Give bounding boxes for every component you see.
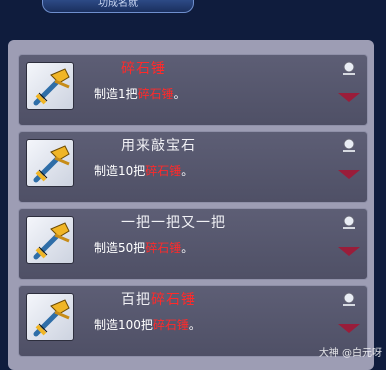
- achievement-title: 用来敲宝石: [121, 138, 196, 154]
- expand-arrow-icon[interactable]: [338, 170, 360, 179]
- hammer-icon: [26, 216, 74, 264]
- expand-arrow-icon[interactable]: [338, 93, 360, 102]
- pin-icon[interactable]: [341, 138, 357, 152]
- achievement-title: 碎石锤: [121, 61, 166, 77]
- achievement-panel: 碎石锤 制造1把碎石锤。 用来敲宝石 制造10把碎石锤。 一把一把又一把 制造5…: [8, 40, 374, 370]
- pin-icon[interactable]: [341, 61, 357, 75]
- pin-icon[interactable]: [341, 215, 357, 229]
- achievement-description: 制造100把碎石锤。: [94, 318, 201, 332]
- watermark: 大神 @白元呀: [318, 348, 382, 359]
- tab-title: 功成名就: [98, 0, 138, 9]
- hammer-icon: [26, 62, 74, 110]
- achievement-card[interactable]: 百把碎石锤 制造100把碎石锤。: [18, 285, 368, 357]
- achievement-card[interactable]: 用来敲宝石 制造10把碎石锤。: [18, 131, 368, 203]
- pin-icon[interactable]: [341, 292, 357, 306]
- achievement-description: 制造50把碎石锤。: [94, 241, 194, 255]
- achievement-title: 一把一把又一把: [121, 215, 226, 231]
- expand-arrow-icon[interactable]: [338, 324, 360, 333]
- hammer-icon: [26, 139, 74, 187]
- achievement-title: 百把碎石锤: [121, 292, 196, 308]
- achievement-description: 制造1把碎石锤。: [94, 87, 186, 101]
- achievement-card[interactable]: 碎石锤 制造1把碎石锤。: [18, 54, 368, 126]
- achievement-tab[interactable]: 功成名就: [42, 0, 194, 13]
- achievement-description: 制造10把碎石锤。: [94, 164, 194, 178]
- hammer-icon: [26, 293, 74, 341]
- expand-arrow-icon[interactable]: [338, 247, 360, 256]
- achievement-card[interactable]: 一把一把又一把 制造50把碎石锤。: [18, 208, 368, 280]
